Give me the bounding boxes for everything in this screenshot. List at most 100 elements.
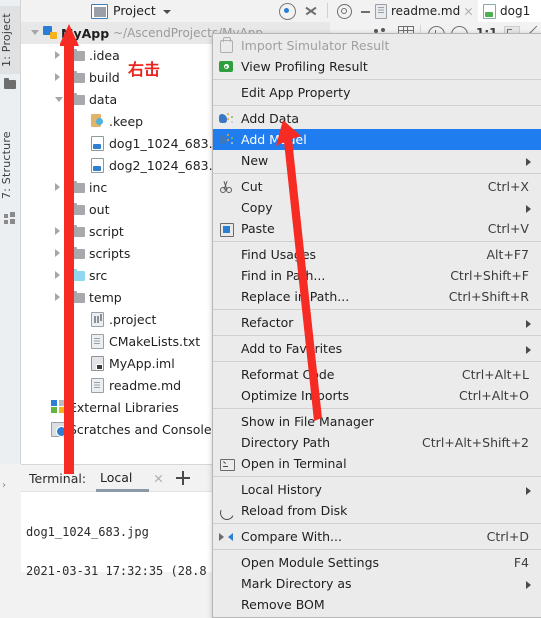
menu-item[interactable]: Local History — [213, 479, 541, 500]
menu-separator — [213, 309, 541, 310]
chevron-collapsed-icon[interactable] — [55, 73, 60, 81]
tree-item-label: External Libraries — [69, 399, 179, 415]
terminal-collapse-icon[interactable]: › — [2, 480, 6, 491]
menu-item-shortcut: Ctrl+Alt+O — [459, 388, 529, 403]
compare-icon — [219, 529, 234, 544]
menu-item[interactable]: Copy — [213, 197, 541, 218]
image-file-icon — [91, 136, 104, 151]
menu-item[interactable]: Show in File Manager — [213, 411, 541, 432]
menu-item-label: Find Usages — [241, 247, 317, 262]
tree-item-label: script — [89, 223, 124, 239]
menu-item-label: Add Model — [241, 132, 307, 147]
document-icon — [375, 3, 387, 19]
menu-item[interactable]: Add to Favorites — [213, 338, 541, 359]
terminal-tab-local[interactable]: Local — [100, 470, 132, 485]
chevron-collapsed-icon[interactable] — [55, 271, 60, 279]
menu-item[interactable]: Edit App Property — [213, 82, 541, 103]
collapse-all-icon[interactable] — [304, 4, 318, 18]
menu-item[interactable]: View Profiling Result — [213, 56, 541, 77]
close-icon[interactable] — [464, 7, 473, 16]
terminal-label: Terminal: — [29, 471, 87, 486]
folder-icon — [71, 269, 85, 281]
menu-item[interactable]: Reformat Code Ctrl+Alt+L — [213, 364, 541, 385]
submenu-arrow-icon — [526, 157, 531, 166]
folder-icon — [71, 247, 85, 259]
tree-item-label: CMakeLists.txt — [109, 333, 201, 349]
submenu-arrow-icon — [526, 319, 531, 328]
menu-item-label: Reload from Disk — [241, 503, 348, 518]
project-window-icon — [91, 4, 108, 19]
menu-item[interactable]: Paste Ctrl+V — [213, 218, 541, 239]
chevron-collapsed-icon[interactable] — [55, 51, 60, 59]
menu-item-label: Find in Path... — [241, 268, 326, 283]
menu-separator — [213, 241, 541, 242]
menu-item[interactable]: Optimize Imports Ctrl+Alt+O — [213, 385, 541, 406]
menu-item-shortcut: Alt+F7 — [486, 247, 529, 262]
toolbar-divider — [327, 3, 328, 18]
context-menu[interactable]: Import Simulator Result View Profiling Re… — [212, 33, 541, 618]
menu-item-label: Copy — [241, 200, 273, 215]
tree-item-label: Scratches and Consoles — [69, 421, 219, 437]
submenu-arrow-icon — [526, 486, 531, 495]
module-icon — [43, 26, 57, 39]
menu-item[interactable]: Cut Ctrl+X — [213, 176, 541, 197]
tree-item-label: .keep — [109, 113, 144, 129]
menu-item[interactable]: Add Data — [213, 108, 541, 129]
submenu-arrow-icon — [526, 580, 531, 589]
menu-item[interactable]: Reload from Disk — [213, 500, 541, 522]
menu-item-label: View Profiling Result — [241, 59, 368, 74]
close-icon[interactable] — [154, 474, 163, 483]
menu-item-label: Refactor — [241, 315, 294, 330]
menu-item-label: Remove BOM — [241, 597, 325, 612]
menu-item[interactable]: Add Model — [213, 129, 541, 150]
chevron-collapsed-icon[interactable] — [55, 227, 60, 235]
tree-item-label: inc — [89, 179, 108, 195]
menu-item-label: Directory Path — [241, 435, 331, 450]
tool-window-tab-project[interactable]: 1: Project — [0, 6, 20, 74]
folder-icon — [71, 291, 85, 303]
project-panel-title: Project — [113, 3, 156, 18]
settings-gear-icon[interactable] — [337, 4, 352, 19]
chevron-expanded-icon[interactable] — [31, 30, 39, 35]
text-file-icon — [91, 334, 104, 349]
folder-icon[interactable] — [4, 78, 16, 90]
editor-tab-readme[interactable]: readme.md — [370, 0, 481, 22]
menu-item[interactable]: Replace in Path... Ctrl+Shift+R — [213, 286, 541, 307]
tool-window-tab-structure[interactable]: 7: Structure — [0, 126, 20, 204]
menu-item[interactable]: Open Module Settings F4 — [213, 552, 541, 573]
project-panel-header: Project — [21, 0, 373, 23]
menu-item[interactable]: Directory Path Ctrl+Alt+Shift+2 — [213, 432, 541, 453]
menu-item[interactable]: Open in Terminal — [213, 453, 541, 474]
eye-icon — [219, 59, 234, 74]
editor-tab-label: readme.md — [391, 4, 461, 18]
locate-icon[interactable] — [279, 3, 296, 20]
structure-grid-icon[interactable] — [4, 212, 16, 224]
scissors-icon — [219, 179, 234, 194]
tree-item-label: build — [89, 69, 120, 85]
editor-tab-dog1[interactable]: dog1 — [478, 0, 541, 22]
chevron-collapsed-icon[interactable] — [55, 183, 60, 191]
add-terminal-tab-button[interactable] — [176, 471, 190, 485]
menu-item[interactable]: Find Usages Alt+F7 — [213, 244, 541, 265]
chevron-expanded-icon[interactable] — [55, 97, 63, 102]
terminal-gutter: › — [0, 464, 22, 571]
menu-item-label: Paste — [241, 221, 275, 236]
menu-item-label: Open Module Settings — [241, 555, 380, 570]
image-file-icon — [91, 158, 104, 173]
menu-item[interactable]: Find in Path... Ctrl+Shift+F — [213, 265, 541, 286]
menu-item[interactable]: Remove BOM — [213, 594, 541, 615]
menu-item-shortcut: Ctrl+D — [486, 529, 529, 544]
menu-item-shortcut: F4 — [513, 555, 529, 570]
menu-item-label: Replace in Path... — [241, 289, 350, 304]
image-icon — [483, 3, 496, 19]
menu-item-shortcut: Ctrl+Shift+R — [448, 289, 529, 304]
chevron-collapsed-icon[interactable] — [55, 293, 60, 301]
chevron-down-icon[interactable] — [163, 10, 171, 14]
chevron-collapsed-icon[interactable] — [55, 249, 60, 257]
menu-item[interactable]: Refactor — [213, 312, 541, 333]
menu-item-label: Open in Terminal — [241, 456, 347, 471]
menu-item[interactable]: New — [213, 150, 541, 171]
menu-item-label: Import Simulator Result — [241, 38, 390, 53]
menu-item[interactable]: Mark Directory as — [213, 573, 541, 594]
menu-item[interactable]: Compare With... Ctrl+D — [213, 526, 541, 547]
